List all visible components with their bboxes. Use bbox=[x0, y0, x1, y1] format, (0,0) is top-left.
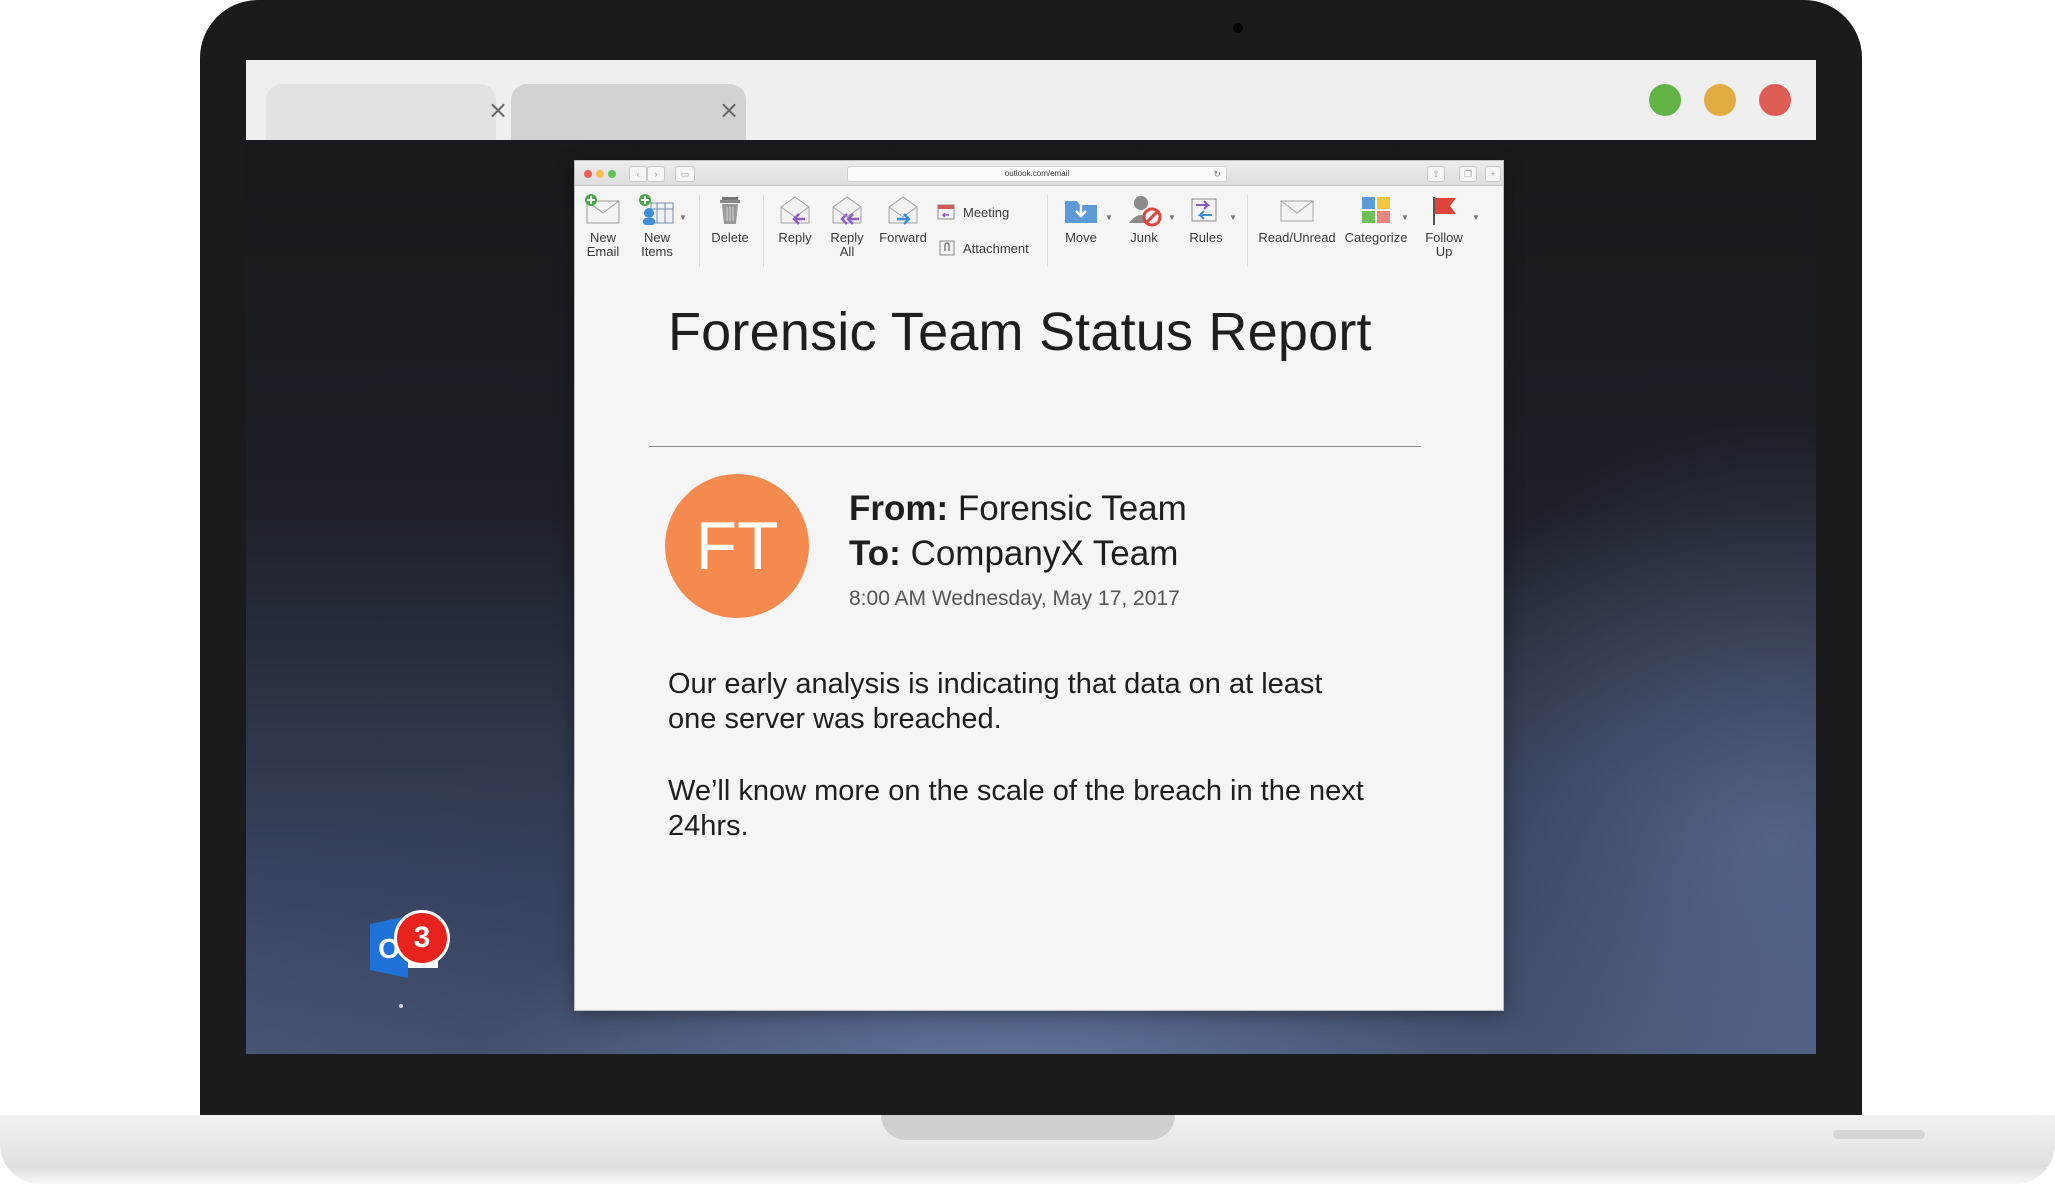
close-window-button[interactable] bbox=[1759, 84, 1791, 116]
categorize-icon bbox=[1362, 197, 1390, 223]
junk-button[interactable]: Junk bbox=[1121, 193, 1167, 245]
rules-button[interactable]: Rules bbox=[1181, 193, 1231, 245]
meeting-icon bbox=[937, 204, 955, 220]
minimize-button[interactable] bbox=[1704, 84, 1736, 116]
reply-all-button[interactable]: Reply All bbox=[823, 193, 871, 259]
toolbar-separator bbox=[1247, 195, 1248, 267]
browser-tab-bar: × × bbox=[246, 60, 1816, 140]
chevron-down-icon[interactable]: ▼ bbox=[1168, 213, 1176, 222]
new-items-label-1: New bbox=[643, 230, 670, 245]
follow-up-label-2: Up bbox=[1435, 244, 1453, 259]
reload-icon[interactable]: ↻ bbox=[1213, 167, 1221, 181]
rules-icon bbox=[1191, 198, 1217, 222]
url-bar[interactable]: outlook.com/email ↻ bbox=[847, 166, 1227, 182]
follow-up-button[interactable]: Follow Up bbox=[1419, 193, 1469, 259]
sender-avatar: FT bbox=[665, 474, 809, 618]
to-line: To: CompanyX Team bbox=[849, 534, 1178, 574]
chevron-down-icon[interactable]: ▼ bbox=[1229, 213, 1237, 222]
laptop-base-notch bbox=[881, 1115, 1175, 1140]
new-email-label-1: New bbox=[589, 230, 616, 245]
chevron-down-icon[interactable]: ▼ bbox=[1401, 213, 1409, 222]
laptop-base-slot bbox=[1833, 1130, 1925, 1139]
delete-label: Delete bbox=[711, 230, 749, 245]
reply-label: Reply bbox=[778, 230, 812, 245]
new-email-label-2: Email bbox=[586, 244, 620, 259]
reply-icon bbox=[780, 196, 810, 225]
delete-button[interactable]: Delete bbox=[707, 193, 753, 245]
meeting-label: Meeting bbox=[963, 204, 1010, 220]
categorize-label: Categorize bbox=[1344, 230, 1408, 245]
read-unread-label: Read/Unread bbox=[1258, 230, 1336, 245]
browser-tab-2[interactable]: × bbox=[511, 84, 746, 140]
from-label: From: bbox=[849, 489, 949, 528]
tab-close-icon[interactable]: × bbox=[719, 98, 739, 122]
meeting-button[interactable]: Meeting bbox=[937, 203, 1009, 221]
new-items-icon bbox=[639, 194, 674, 225]
share-icon[interactable]: ⇧ bbox=[1427, 166, 1445, 182]
forward-label: Forward bbox=[879, 230, 927, 245]
maximize-button[interactable] bbox=[1649, 84, 1681, 116]
attachment-icon bbox=[939, 240, 955, 256]
screen: × × ‹ › ▭ outlook.com/email ↻ ⇧ ❐ + New … bbox=[246, 60, 1816, 1054]
move-label: Move bbox=[1065, 230, 1097, 245]
sidebar-icon[interactable]: ▭ bbox=[675, 166, 695, 182]
trash-icon bbox=[720, 197, 740, 224]
from-line: From: Forensic Team bbox=[849, 489, 1187, 529]
new-email-icon bbox=[585, 194, 620, 224]
junk-icon bbox=[1129, 196, 1162, 227]
to-value: CompanyX Team bbox=[910, 534, 1179, 573]
forward-icon bbox=[888, 196, 918, 225]
from-value: Forensic Team bbox=[957, 489, 1187, 528]
follow-up-label-1: Follow bbox=[1425, 230, 1463, 245]
forward-button[interactable]: Forward bbox=[875, 193, 931, 245]
attachment-button[interactable]: Attachment bbox=[937, 239, 1029, 257]
camera-dot bbox=[1233, 23, 1243, 33]
safari-title-bar: ‹ › ▭ outlook.com/email ↻ ⇧ ❐ + bbox=[575, 161, 1503, 186]
mail-window: ‹ › ▭ outlook.com/email ↻ ⇧ ❐ + New Emai… bbox=[575, 161, 1503, 1010]
attachment-label: Attachment bbox=[963, 240, 1029, 256]
new-items-button[interactable]: New Items bbox=[633, 193, 681, 259]
email-date: 8:00 AM Wednesday, May 17, 2017 bbox=[849, 587, 1180, 610]
to-label: To: bbox=[849, 534, 901, 573]
read-unread-button[interactable]: Read/Unread bbox=[1255, 193, 1339, 245]
email-subject: Forensic Team Status Report bbox=[668, 302, 1372, 362]
move-folder-icon bbox=[1065, 201, 1097, 223]
envelope-icon bbox=[1280, 200, 1314, 222]
safari-zoom-button[interactable] bbox=[608, 170, 616, 178]
flag-icon bbox=[1433, 197, 1456, 225]
new-items-label-2: Items bbox=[641, 244, 673, 259]
dock-running-indicator bbox=[399, 1004, 403, 1008]
chevron-down-icon[interactable]: ▼ bbox=[1472, 213, 1480, 222]
url-text: outlook.com/email bbox=[1004, 169, 1070, 178]
browser-tab-1[interactable]: × bbox=[266, 84, 508, 140]
move-button[interactable]: Move bbox=[1057, 193, 1105, 245]
chevron-down-icon[interactable]: ▼ bbox=[1105, 213, 1113, 222]
unread-badge: 3 bbox=[394, 910, 450, 966]
email-body-paragraph-2: We’ll know more on the scale of the brea… bbox=[668, 775, 1364, 842]
email-body-paragraph-1: Our early analysis is indicating that da… bbox=[668, 668, 1323, 735]
junk-label: Junk bbox=[1130, 230, 1158, 245]
safari-close-button[interactable] bbox=[584, 170, 592, 178]
forward-nav-icon[interactable]: › bbox=[647, 166, 665, 182]
tab-close-icon[interactable]: × bbox=[488, 98, 508, 122]
back-icon[interactable]: ‹ bbox=[629, 166, 647, 182]
toolbar-separator bbox=[763, 195, 764, 267]
subject-divider bbox=[649, 446, 1421, 447]
chevron-down-icon[interactable]: ▼ bbox=[679, 213, 687, 222]
new-email-button[interactable]: New Email bbox=[581, 193, 625, 259]
tabs-overview-icon[interactable]: ❐ bbox=[1459, 166, 1477, 182]
reply-all-label-1: Reply bbox=[830, 230, 864, 245]
reply-all-icon bbox=[832, 196, 862, 225]
reply-all-label-2: All bbox=[839, 244, 855, 259]
safari-minimize-button[interactable] bbox=[596, 170, 604, 178]
rules-label: Rules bbox=[1189, 230, 1223, 245]
toolbar-separator bbox=[699, 195, 700, 267]
toolbar-separator bbox=[1047, 195, 1048, 267]
new-tab-icon[interactable]: + bbox=[1485, 166, 1501, 182]
reply-button[interactable]: Reply bbox=[771, 193, 819, 245]
